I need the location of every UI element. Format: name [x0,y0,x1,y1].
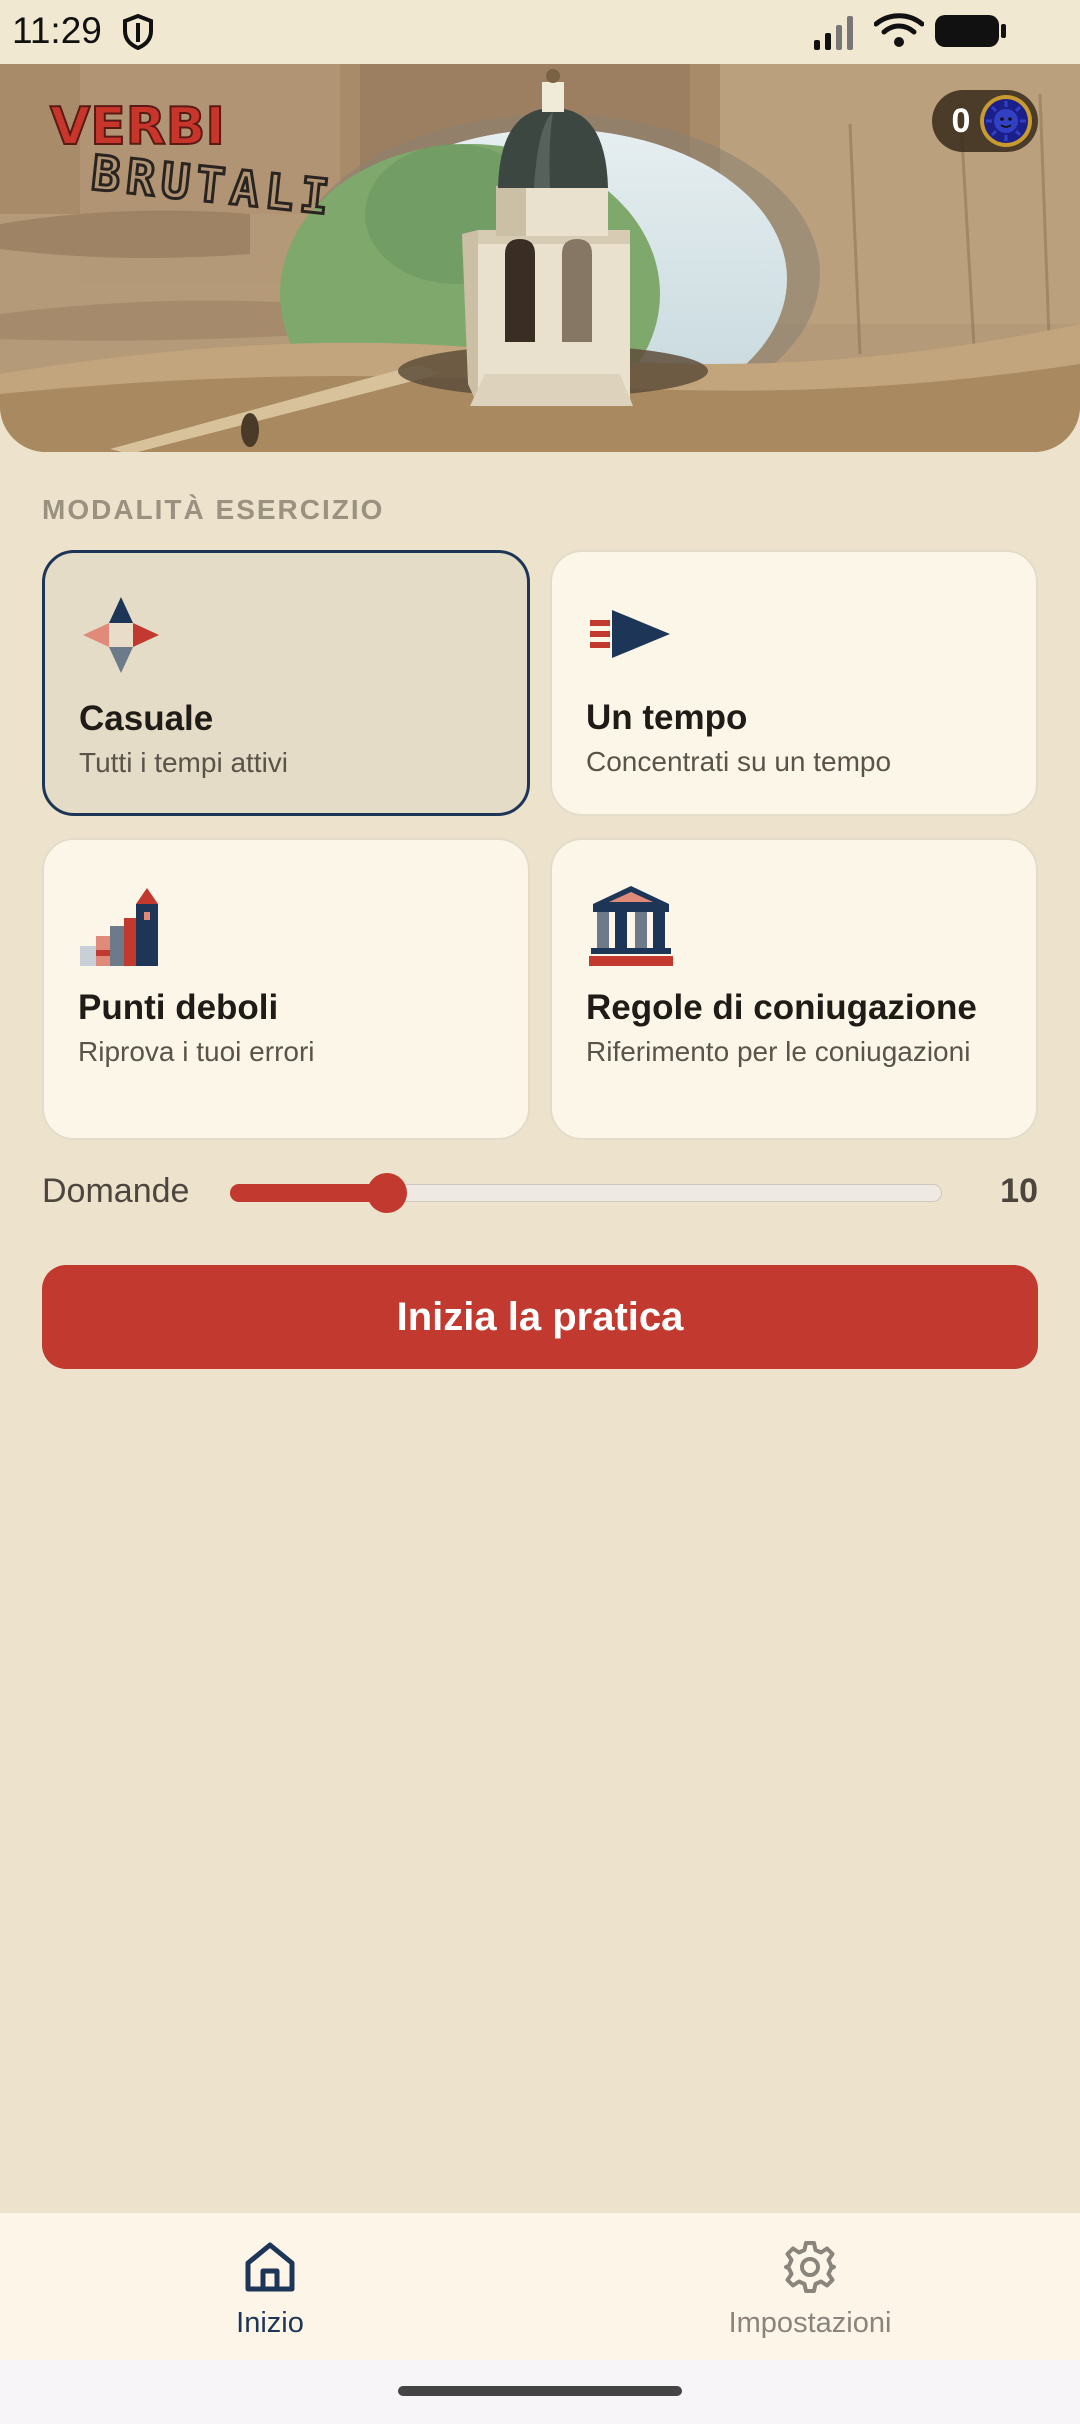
coin-count: 0 [951,102,971,140]
bottom-navigation: Inizio Impostazioni [0,2212,1080,2361]
wifi-icon [874,13,924,47]
signal-icon [814,16,853,50]
sun-medallion-icon [980,95,1032,147]
mode-card-un-tempo[interactable]: Un tempo Concentrati su un tempo [550,550,1038,816]
mode-subtitle: Concentrati su un tempo [586,746,892,777]
tower-steps-icon [80,888,158,966]
mode-title: Regole di coniugazione [586,988,977,1027]
start-practice-button[interactable]: Inizia la pratica [42,1265,1038,1369]
svg-text:VERBI: VERBI [50,97,225,157]
home-icon [245,2242,295,2292]
mode-card-regole[interactable]: Regole di coniugazione Riferimento per l… [550,838,1038,1140]
mode-card-casuale[interactable]: Casuale Tutti i tempi attivi [42,550,530,816]
mode-title: Un tempo [586,698,748,737]
nav-item-home[interactable]: Inizio [0,2213,540,2361]
shield-icon [123,14,153,50]
mode-title: Punti deboli [78,988,279,1027]
coin-counter[interactable]: 0 [932,90,1038,152]
gesture-handle[interactable] [398,2386,682,2396]
hero-banner: VERBI BRUTALI 0 [0,64,1080,452]
status-time: 11:29 [12,10,102,51]
mode-subtitle: Tutti i tempi attivi [79,747,289,778]
battery-icon [935,15,1006,47]
questions-slider-thumb[interactable] [367,1173,407,1213]
status-bar: 11:29 [0,0,1080,64]
compass-icon [83,597,159,673]
nav-label-home: Inizio [236,2307,304,2339]
nav-item-settings[interactable]: Impostazioni [540,2213,1080,2361]
nav-label-settings: Impostazioni [728,2307,892,2339]
questions-slider-fill [230,1184,387,1202]
mode-title: Casuale [79,699,214,738]
temple-icon [589,886,673,966]
mode-subtitle: Riprova i tuoi errori [78,1036,315,1067]
section-label: MODALITÀ ESERCIZIO [42,494,385,525]
questions-value: 10 [1000,1172,1038,1210]
gear-icon [784,2241,836,2293]
arrow-flag-icon [590,610,670,658]
mode-subtitle: Riferimento per le coniugazioni [586,1036,971,1067]
mode-card-punti-deboli[interactable]: Punti deboli Riprova i tuoi errori [42,838,530,1140]
questions-label: Domande [42,1172,190,1210]
hero-illustration: VERBI BRUTALI [0,64,1080,452]
